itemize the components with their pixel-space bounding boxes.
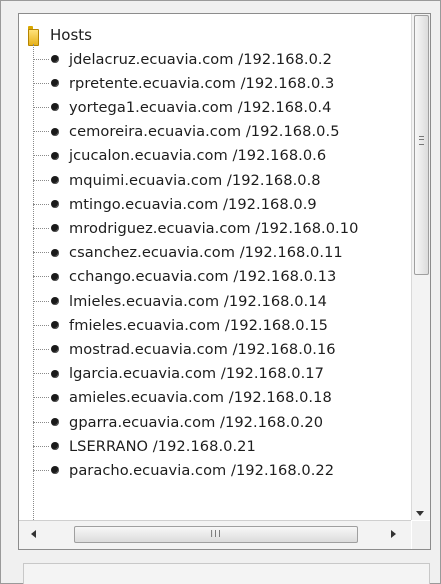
tree-branch-line [33, 397, 49, 399]
host-node-icon [51, 345, 59, 354]
host-tree-item[interactable]: gparra.ecuavia.com /192.168.0.20 [33, 410, 323, 434]
host-node-icon [51, 55, 59, 63]
host-node-icon [51, 418, 59, 426]
host-label: mquimi.ecuavia.com /192.168.0.8 [69, 171, 321, 189]
host-node-icon [51, 248, 59, 257]
host-node-icon [51, 79, 59, 88]
host-node-icon [51, 369, 59, 378]
host-node-icon [51, 272, 59, 281]
scrollbar-corner [412, 521, 430, 549]
host-label: jcucalon.ecuavia.com /192.168.0.6 [69, 147, 327, 165]
tree-branch-line [33, 131, 49, 133]
host-label: mrodriguez.ecuavia.com /192.168.0.10 [69, 219, 359, 237]
host-tree-item[interactable]: csanchez.ecuavia.com /192.168.0.11 [33, 241, 343, 265]
horizontal-scrollbar[interactable]: III [19, 520, 411, 549]
host-tree-item[interactable]: mostrad.ecuavia.com /192.168.0.16 [33, 337, 336, 361]
host-tree-item[interactable]: mtingo.ecuavia.com /192.168.0.9 [33, 192, 317, 216]
scroll-right-arrow-icon[interactable] [391, 530, 396, 538]
scroll-down-arrow-icon[interactable] [416, 511, 424, 516]
host-node-icon [51, 127, 59, 136]
hosts-window: Hosts jdelacruz.ecuavia.com /192.168.0.2… [0, 0, 441, 584]
tree-branch-line [33, 155, 49, 157]
host-label: lgarcia.ecuavia.com /192.168.0.17 [69, 365, 324, 383]
host-tree-item[interactable]: cchango.ecuavia.com /192.168.0.13 [33, 265, 336, 289]
host-label: mostrad.ecuavia.com /192.168.0.16 [69, 340, 336, 358]
host-label: cemoreira.ecuavia.com /192.168.0.5 [69, 123, 340, 141]
host-tree-item[interactable]: LSERRANO /192.168.0.21 [33, 434, 256, 458]
host-label: yortega1.ecuavia.com /192.168.0.4 [69, 98, 332, 116]
host-node-icon [51, 442, 59, 451]
status-box [23, 563, 430, 584]
tree-branch-line [33, 373, 49, 375]
host-label: fmieles.ecuavia.com /192.168.0.15 [69, 316, 328, 334]
host-label: rpretente.ecuavia.com /192.168.0.3 [69, 74, 335, 92]
host-tree-item[interactable]: yortega1.ecuavia.com /192.168.0.4 [33, 95, 331, 119]
host-node-icon [51, 297, 59, 305]
host-node-icon [51, 321, 59, 330]
host-tree-item[interactable]: jcucalon.ecuavia.com /192.168.0.6 [33, 144, 326, 168]
tree-branch-line [33, 203, 49, 205]
host-node-icon [51, 393, 59, 402]
host-tree-item[interactable]: amieles.ecuavia.com /192.168.0.18 [33, 386, 332, 410]
host-label: gparra.ecuavia.com /192.168.0.20 [69, 413, 324, 431]
host-label: LSERRANO /192.168.0.21 [69, 437, 256, 455]
host-tree-item[interactable]: jdelacruz.ecuavia.com /192.168.0.2 [33, 47, 332, 71]
tree-branch-line [33, 58, 49, 60]
tree-branch-line [33, 469, 49, 471]
horizontal-scroll-grip: III [210, 529, 222, 540]
host-label: lmieles.ecuavia.com /192.168.0.14 [69, 292, 327, 310]
host-tree-item[interactable]: mrodriguez.ecuavia.com /192.168.0.10 [33, 216, 358, 240]
host-node-icon [51, 200, 59, 209]
host-tree-item[interactable]: cemoreira.ecuavia.com /192.168.0.5 [33, 120, 340, 144]
tree-branch-line [33, 252, 49, 254]
tree-branch-line [33, 300, 49, 302]
horizontal-scroll-thumb[interactable]: III [74, 526, 358, 543]
host-node-icon [51, 151, 59, 160]
tree-branch-line [33, 348, 49, 350]
folder-icon [28, 26, 42, 46]
tree-root-hosts[interactable]: Hosts [28, 23, 92, 47]
host-label: cchango.ecuavia.com /192.168.0.13 [69, 268, 337, 286]
scroll-left-arrow-icon[interactable] [31, 530, 36, 538]
host-tree-item[interactable]: paracho.ecuavia.com /192.168.0.22 [33, 458, 334, 482]
tree-branch-line [33, 421, 49, 423]
vertical-scrollbar[interactable] [411, 14, 430, 520]
host-tree-item[interactable]: lmieles.ecuavia.com /192.168.0.14 [33, 289, 327, 313]
hosts-tree-panel[interactable]: Hosts jdelacruz.ecuavia.com /192.168.0.2… [18, 13, 431, 550]
scroll-grip-icon [419, 136, 424, 145]
tree-branch-line [33, 106, 49, 108]
tree-branch-line [33, 445, 49, 447]
tree-root-label: Hosts [50, 26, 92, 44]
host-tree-item[interactable]: lgarcia.ecuavia.com /192.168.0.17 [33, 362, 324, 386]
tree-content: Hosts jdelacruz.ecuavia.com /192.168.0.2… [19, 14, 411, 520]
host-label: mtingo.ecuavia.com /192.168.0.9 [69, 195, 317, 213]
tree-branch-line [33, 324, 49, 326]
host-node-icon [51, 224, 59, 233]
host-node-icon [51, 466, 59, 475]
vertical-scroll-thumb[interactable] [414, 15, 429, 275]
host-tree-item[interactable]: rpretente.ecuavia.com /192.168.0.3 [33, 71, 334, 95]
host-label: amieles.ecuavia.com /192.168.0.18 [69, 389, 332, 407]
host-node-icon [51, 103, 59, 112]
host-label: paracho.ecuavia.com /192.168.0.22 [69, 461, 335, 479]
host-tree-item[interactable]: mquimi.ecuavia.com /192.168.0.8 [33, 168, 321, 192]
host-label: csanchez.ecuavia.com /192.168.0.11 [69, 244, 343, 262]
host-node-icon [51, 176, 59, 184]
tree-branch-line [33, 276, 49, 278]
tree-branch-line [33, 227, 49, 229]
host-tree-item[interactable]: fmieles.ecuavia.com /192.168.0.15 [33, 313, 328, 337]
host-label: jdelacruz.ecuavia.com /192.168.0.2 [69, 50, 332, 68]
tree-branch-line [33, 82, 49, 84]
tree-branch-line [33, 179, 49, 181]
